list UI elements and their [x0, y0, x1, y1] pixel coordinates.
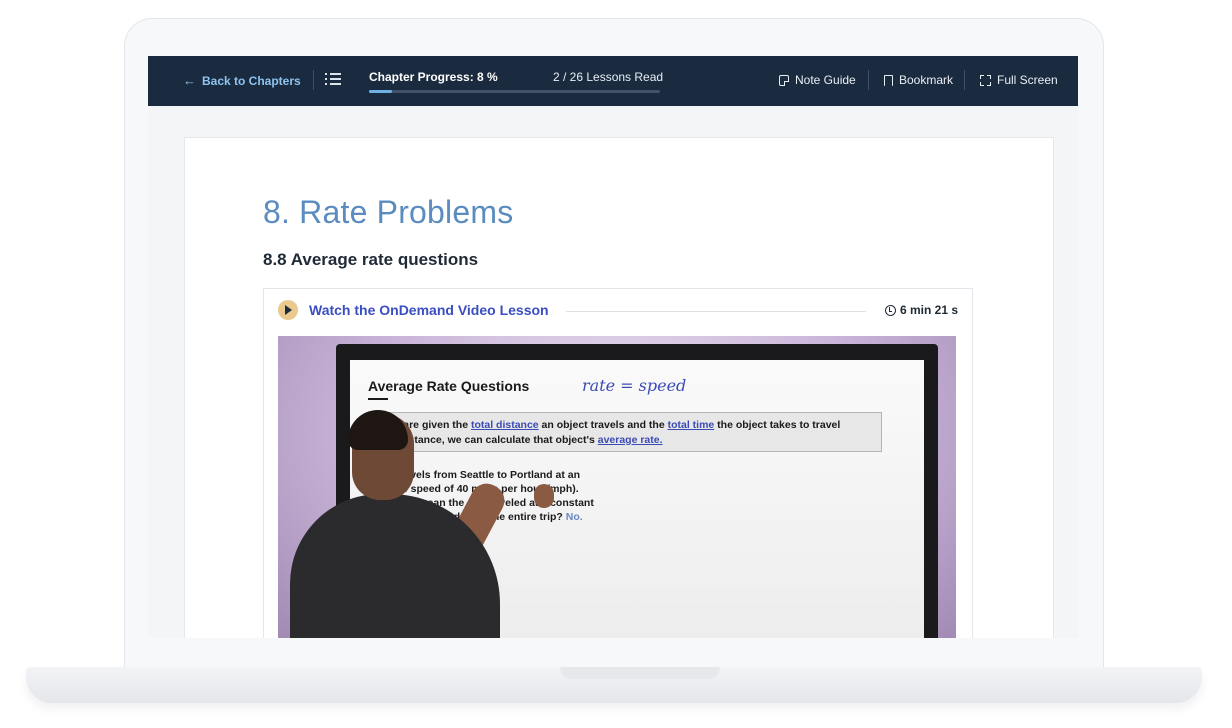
slide-title: Average Rate Questions [368, 378, 530, 394]
definition-highlight: total time [667, 419, 715, 431]
chapter-progress-bar [369, 90, 660, 93]
note-icon [779, 74, 789, 86]
video-lesson-panel: Watch the OnDemand Video Lesson 6 min 21… [263, 288, 973, 638]
divider [964, 70, 965, 90]
fullscreen-icon [980, 74, 991, 86]
presenter-hand [534, 484, 554, 508]
laptop-notch [560, 667, 720, 679]
bookmark-button[interactable]: Bookmark [884, 73, 953, 87]
laptop-base [26, 667, 1202, 703]
play-icon[interactable] [278, 300, 298, 320]
note-guide-label: Note Guide [795, 73, 856, 87]
clock-icon [884, 304, 896, 316]
definition-highlight: average rate. [597, 434, 663, 446]
lesson-card: 8. Rate Problems 8.8 Average rate questi… [184, 137, 1054, 638]
chapter-title: 8. Rate Problems [263, 194, 514, 230]
divider [313, 70, 314, 90]
chapter-progress-label: Chapter Progress: 8 % [369, 70, 498, 84]
divider [868, 70, 869, 90]
arrow-left-icon: ← [183, 73, 196, 88]
chapter-list-icon[interactable] [325, 71, 341, 87]
lesson-title: 8.8 Average rate questions [263, 250, 479, 269]
video-duration-label: 6 min 21 s [899, 303, 958, 317]
note-guide-button[interactable]: Note Guide [779, 73, 856, 87]
video-duration: 6 min 21 s [884, 303, 958, 317]
back-to-chapters-link[interactable]: ← Back to Chapters [183, 73, 301, 88]
app-screen: ← Back to Chapters Chapter Progress: 8 %… [148, 56, 1078, 638]
watch-video-link[interactable]: Watch the OnDemand Video Lesson [309, 302, 549, 318]
slide-title-underline [368, 398, 388, 400]
bookmark-icon [884, 74, 893, 86]
top-navigation-bar: ← Back to Chapters Chapter Progress: 8 %… [148, 56, 1078, 106]
slide-definition-box: If we are given the total distance an ob… [368, 412, 882, 452]
full-screen-button[interactable]: Full Screen [980, 73, 1058, 87]
definition-text: the object takes to travel [714, 419, 841, 431]
handwritten-annotation: rate = speed [582, 376, 687, 395]
back-to-chapters-label: Back to Chapters [202, 73, 301, 88]
question-answer: No. [565, 511, 583, 523]
video-player[interactable]: Average Rate Questions rate = speed If w… [278, 336, 956, 638]
definition-highlight: total distance [470, 419, 539, 431]
definition-text: an object travels and the [538, 419, 668, 431]
full-screen-label: Full Screen [997, 73, 1058, 87]
chapter-progress-fill [369, 90, 393, 93]
lessons-read-count: 2 / 26 Lessons Read [553, 70, 664, 84]
bookmark-label: Bookmark [899, 73, 954, 87]
divider [566, 311, 866, 312]
